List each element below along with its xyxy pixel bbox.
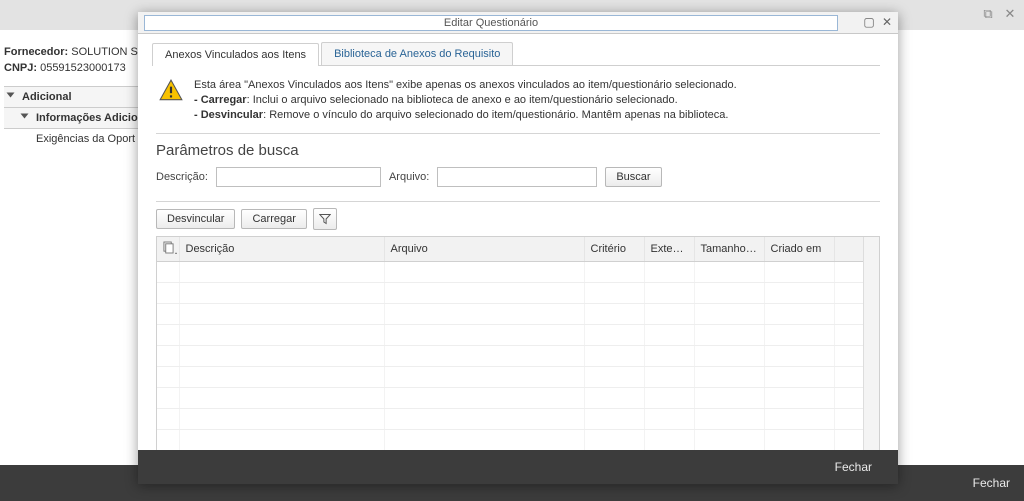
table-row[interactable] (157, 345, 879, 366)
fornecedor-value: SOLUTION SY (71, 46, 145, 58)
fornecedor-label: Fornecedor: (4, 46, 68, 58)
cnpj-label: CNPJ: (4, 62, 37, 74)
tab-anexos-vinculados[interactable]: Anexos Vinculados aos Itens (152, 43, 319, 66)
arquivo-label: Arquivo: (389, 171, 429, 183)
info-line1: Esta área "Anexos Vinculados aos Itens" … (194, 78, 737, 93)
chevron-down-icon (8, 91, 18, 101)
col-arquivo-header[interactable]: Arquivo (384, 237, 584, 262)
tab-biblioteca-anexos[interactable]: Biblioteca de Anexos do Requisito (321, 42, 513, 65)
buscar-button[interactable]: Buscar (605, 167, 661, 187)
col-criterio-header[interactable]: Critério (584, 237, 644, 262)
table-scrollbar[interactable] (863, 237, 879, 450)
table-row[interactable] (157, 408, 879, 429)
info-desvincular-text: : Remove o vínculo do arquivo selecionad… (263, 109, 728, 121)
descricao-label: Descrição: (156, 171, 208, 183)
table-row[interactable] (157, 387, 879, 408)
section-title-parametros: Parâmetros de busca (156, 142, 880, 159)
desvincular-button[interactable]: Desvincular (156, 209, 235, 229)
close-icon[interactable]: ✕ (880, 15, 894, 29)
cnpj-value: 05591523000173 (40, 62, 126, 74)
outer-close-button[interactable]: Fechar (973, 476, 1010, 490)
close-window-icon[interactable]: ✕ (1002, 6, 1018, 22)
tree-label-info-adic: Informações Adiciona (36, 112, 151, 124)
carregar-button[interactable]: Carregar (241, 209, 306, 229)
col-descricao-header[interactable]: Descrição (179, 237, 384, 262)
col-tamanho-header[interactable]: Tamanho … (694, 237, 764, 262)
info-carregar-bold: - Carregar (194, 94, 247, 106)
col-select-header[interactable] (157, 237, 179, 262)
arquivo-input[interactable] (437, 167, 597, 187)
modal-title-field (144, 15, 838, 31)
detach-window-icon[interactable]: ⧉ (980, 6, 996, 22)
descricao-input[interactable] (216, 167, 381, 187)
table-row[interactable] (157, 366, 879, 387)
col-criado-header[interactable]: Criado em (764, 237, 834, 262)
modal-close-button[interactable]: Fechar (825, 456, 882, 478)
table-row[interactable] (157, 429, 879, 450)
table-row[interactable] (157, 324, 879, 345)
table-row[interactable] (157, 282, 879, 303)
maximize-icon[interactable]: ▢ (862, 15, 876, 29)
info-text: Esta área "Anexos Vinculados aos Itens" … (194, 78, 737, 123)
anexos-table: Descrição Arquivo Critério Exten… Tamanh… (157, 237, 879, 450)
col-extensao-header[interactable]: Exten… (644, 237, 694, 262)
warning-icon (158, 78, 184, 104)
table-row[interactable] (157, 303, 879, 324)
chevron-down-icon (22, 112, 32, 122)
tree-label-adicional: Adicional (22, 91, 72, 103)
info-carregar-text: : Inclui o arquivo selecionado na biblio… (247, 94, 678, 106)
filter-icon-button[interactable] (313, 208, 337, 230)
tree-label-exigencias: Exigências da Oport (36, 133, 135, 145)
modal-editar-questionario: ▢ ✕ Anexos Vinculados aos Itens Bibliote… (138, 12, 898, 484)
info-desvincular-bold: - Desvincular (194, 109, 263, 121)
table-row[interactable] (157, 261, 879, 282)
